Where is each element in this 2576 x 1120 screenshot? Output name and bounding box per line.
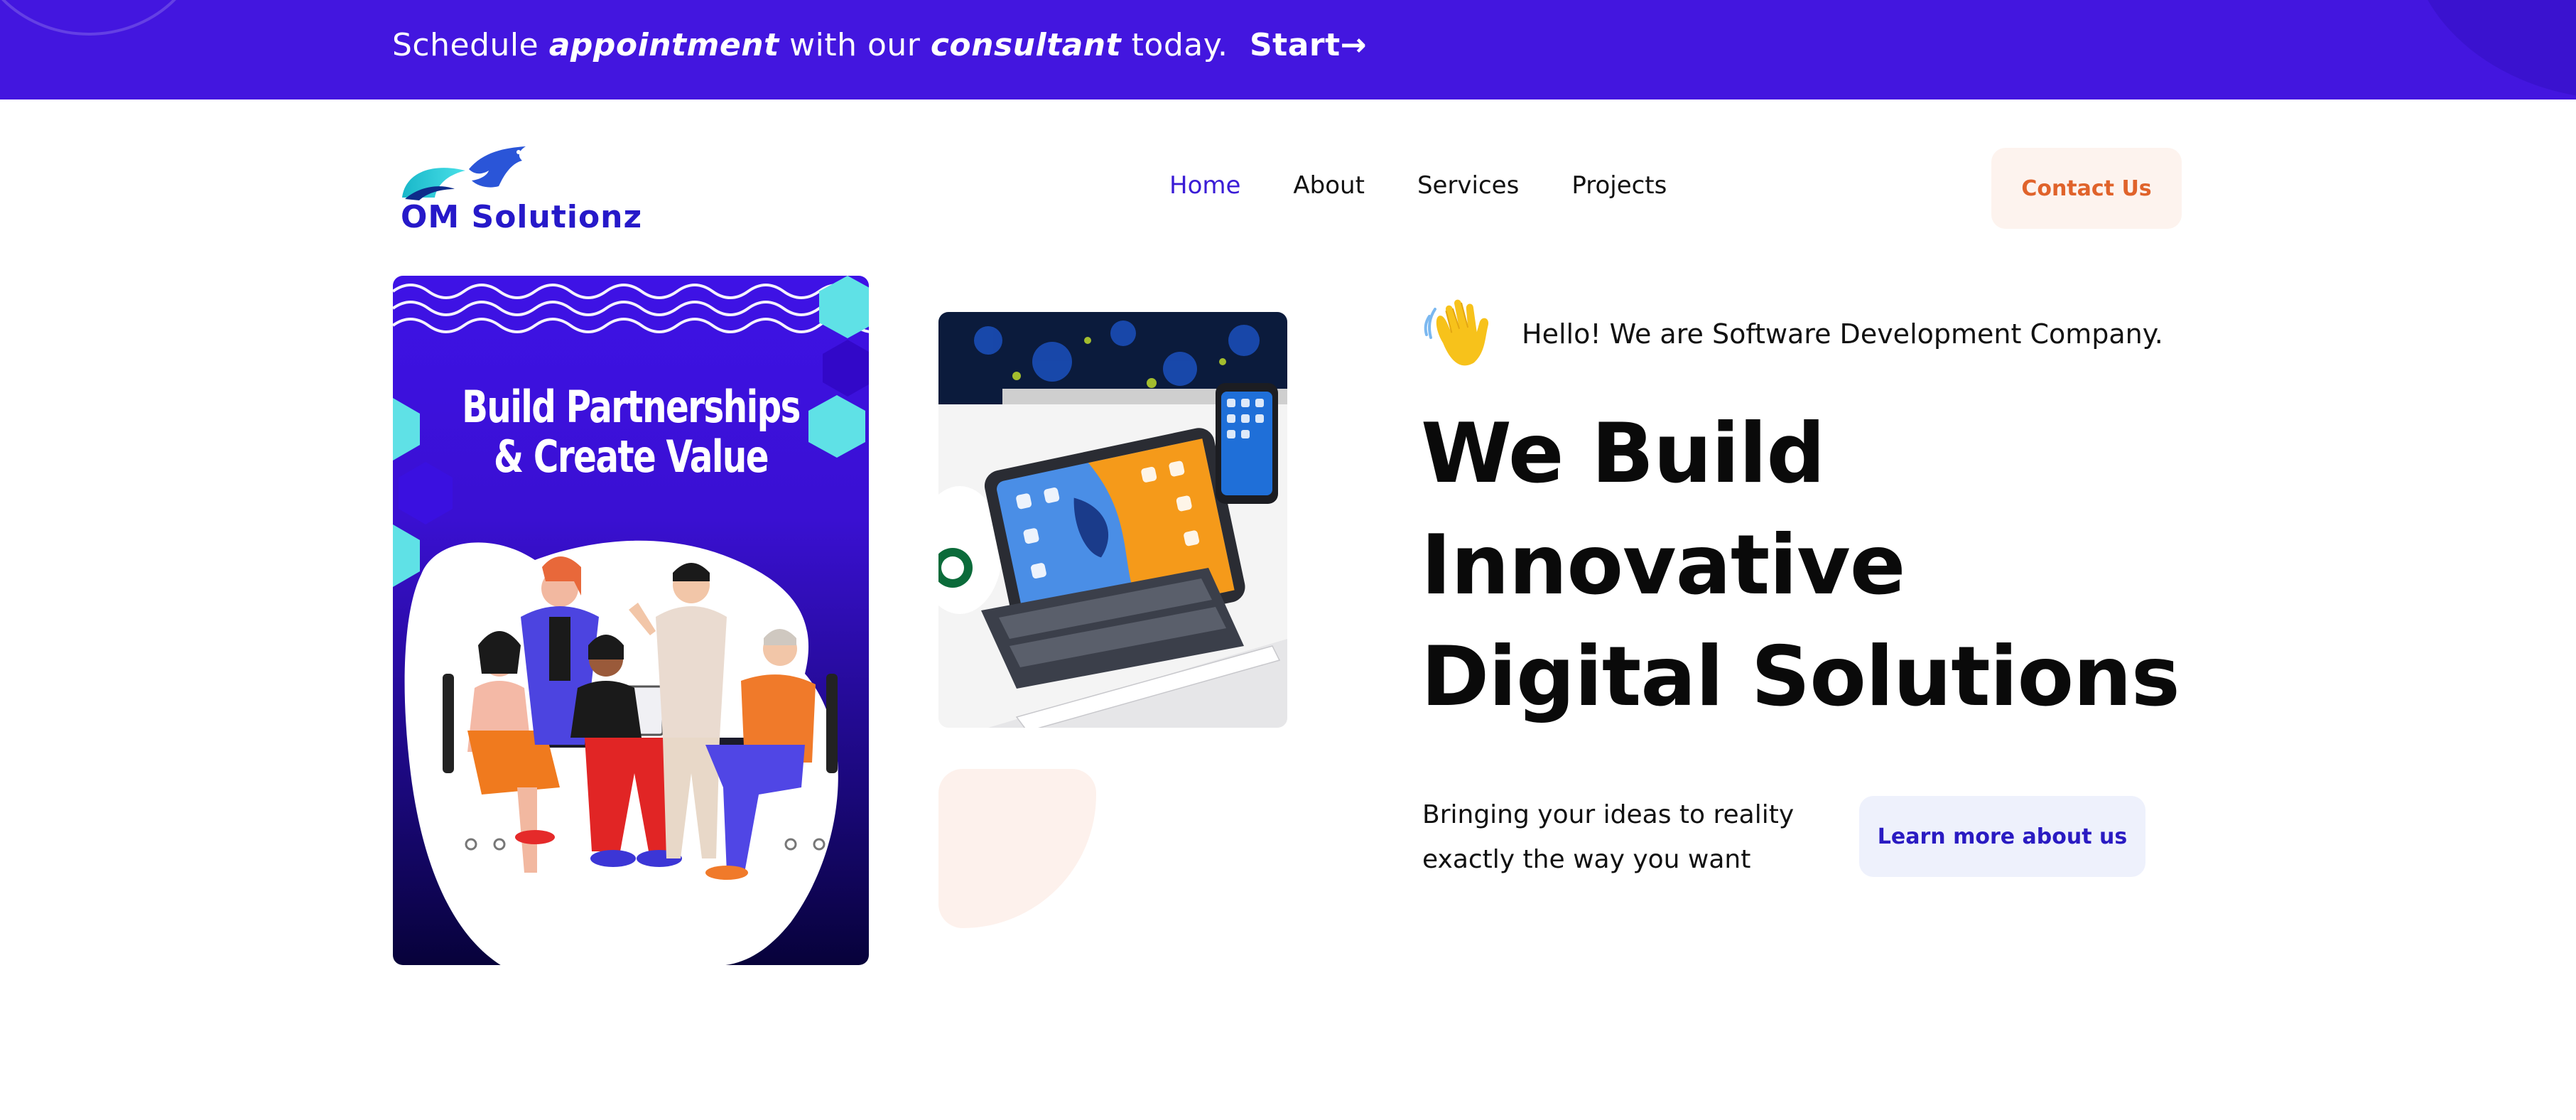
main-nav: Home About Services Projects: [1169, 171, 1667, 200]
nav-item-services[interactable]: Services: [1417, 171, 1519, 200]
logo-bird-icon: [402, 146, 526, 200]
poster-title-line-1: Build Partnerships: [462, 381, 801, 433]
hero-headline-line-3: Digital Solutions: [1421, 629, 2180, 725]
waving-hand-icon: [1424, 299, 1489, 366]
hero-headline-line-1: We Build: [1421, 406, 1825, 502]
nav-item-home[interactable]: Home: [1169, 171, 1240, 200]
banner-text-today: today.: [1131, 27, 1228, 63]
tablet-keyboard-photo: [938, 312, 1287, 728]
banner-text-consultant: consultant: [930, 27, 1122, 63]
nav-item-projects[interactable]: Projects: [1571, 171, 1667, 200]
hero-tagline: Bringing your ideas to reality exactly t…: [1422, 792, 1820, 882]
banner-decor-ring: [0, 0, 206, 36]
decorative-petal-shape: [938, 769, 1096, 928]
poster-title-line-2: & Create Value: [494, 431, 769, 483]
contact-us-button[interactable]: Contact Us: [1991, 148, 2182, 229]
hero-tagline-line-2: exactly the way you want: [1422, 845, 1751, 874]
hero-headline: We Build Innovative Digital Solutions: [1421, 398, 2180, 733]
banner-text-appointment: appointment: [548, 27, 779, 63]
devices-photo: [938, 312, 1287, 728]
poster-illustration: Build Partnerships & Create Value: [393, 276, 869, 965]
site-logo[interactable]: OM Solutionz: [398, 142, 642, 235]
hero-headline-line-2: Innovative: [1421, 517, 1905, 613]
hero-greeting: Hello! We are Software Development Compa…: [1522, 318, 2163, 350]
learn-more-button[interactable]: Learn more about us: [1859, 796, 2145, 877]
team-meeting-illustration: [393, 276, 869, 965]
poster-title: Build Partnerships & Create Value: [445, 382, 817, 482]
hero-tagline-line-1: Bringing your ideas to reality: [1422, 800, 1795, 829]
banner-message: Schedule appointment with our consultant…: [392, 27, 1367, 63]
nav-item-about[interactable]: About: [1293, 171, 1365, 200]
logo-text: OM Solutionz: [401, 199, 643, 235]
banner-decor-blob: [2408, 0, 2576, 99]
banner-start-link[interactable]: Start→: [1250, 27, 1367, 63]
announcement-banner: Schedule appointment with our consultant…: [0, 0, 2576, 99]
banner-text-with-our: with our: [789, 27, 921, 63]
banner-text-schedule: Schedule: [392, 27, 539, 63]
